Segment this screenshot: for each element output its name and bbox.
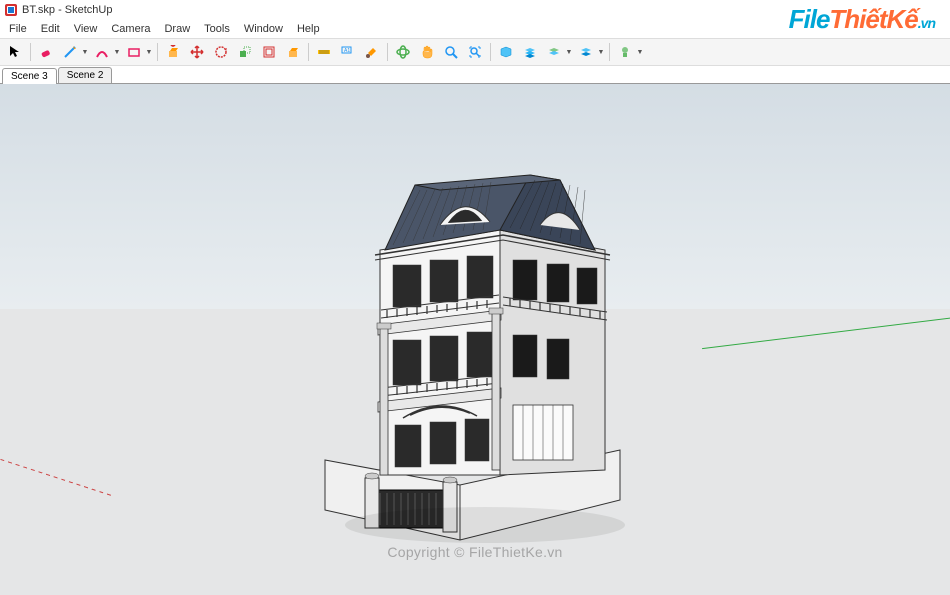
viewport[interactable]: Copyright © FileThietKe.vn — [0, 84, 950, 595]
scene-tab-3[interactable]: Scene 3 — [2, 68, 57, 84]
app-icon — [4, 3, 18, 17]
menu-draw[interactable]: Draw — [157, 22, 197, 36]
menu-file[interactable]: File — [2, 22, 34, 36]
orbit-tool[interactable] — [392, 41, 414, 63]
logo-part-vn: .vn — [918, 15, 935, 31]
menu-help[interactable]: Help — [290, 22, 327, 36]
arc-tool[interactable] — [91, 41, 113, 63]
zoom-tool[interactable] — [440, 41, 462, 63]
warehouse-tool[interactable] — [614, 41, 636, 63]
pushpull-tool[interactable] — [162, 41, 184, 63]
toolbar-separator — [30, 43, 31, 61]
move-tool[interactable] — [186, 41, 208, 63]
toolbar-separator — [157, 43, 158, 61]
pan-tool[interactable] — [416, 41, 438, 63]
rotate-tool[interactable] — [210, 41, 232, 63]
arc-dropdown[interactable]: ▼ — [113, 41, 121, 63]
toolbar: ▼ ▼ ▼ A1 — [0, 38, 950, 66]
menu-tools[interactable]: Tools — [197, 22, 237, 36]
toolbar-separator — [609, 43, 610, 61]
line-dropdown[interactable]: ▼ — [81, 41, 89, 63]
svg-text:A1: A1 — [344, 48, 350, 54]
rect-dropdown[interactable]: ▼ — [145, 41, 153, 63]
window-title: BT.skp - SketchUp — [22, 4, 112, 16]
outliner-dropdown[interactable]: ▼ — [565, 41, 573, 63]
menu-view[interactable]: View — [67, 22, 105, 36]
watermark-copyright: Copyright © FileThietKe.vn — [387, 544, 562, 560]
scene-tabs: Scene 3 Scene 2 — [0, 66, 950, 84]
tape-tool[interactable] — [313, 41, 335, 63]
offset-tool[interactable] — [258, 41, 280, 63]
warehouse-dropdown[interactable]: ▼ — [636, 41, 644, 63]
scene-tab-2[interactable]: Scene 2 — [58, 67, 113, 83]
paint-tool[interactable] — [361, 41, 383, 63]
section-tool[interactable] — [495, 41, 517, 63]
scenes-tool[interactable] — [575, 41, 597, 63]
rectangle-tool[interactable] — [123, 41, 145, 63]
menu-camera[interactable]: Camera — [104, 22, 157, 36]
toolbar-separator — [490, 43, 491, 61]
3d-model-villa[interactable] — [285, 130, 665, 550]
watermark-logo: FileThiếtKế.vn — [789, 4, 935, 35]
menu-window[interactable]: Window — [237, 22, 290, 36]
scale-tool[interactable] — [234, 41, 256, 63]
text-tool[interactable]: A1 — [337, 41, 359, 63]
logo-part-thiet: ThiếtKế — [829, 4, 917, 34]
line-tool[interactable] — [59, 41, 81, 63]
layers-tool[interactable] — [519, 41, 541, 63]
scenes-dropdown[interactable]: ▼ — [597, 41, 605, 63]
zoom-extents-tool[interactable] — [464, 41, 486, 63]
eraser-tool[interactable] — [35, 41, 57, 63]
logo-part-file: File — [789, 4, 830, 34]
toolbar-separator — [308, 43, 309, 61]
menu-edit[interactable]: Edit — [34, 22, 67, 36]
followme-tool[interactable] — [282, 41, 304, 63]
select-tool[interactable] — [4, 41, 26, 63]
outliner-tool[interactable] — [543, 41, 565, 63]
toolbar-separator — [387, 43, 388, 61]
